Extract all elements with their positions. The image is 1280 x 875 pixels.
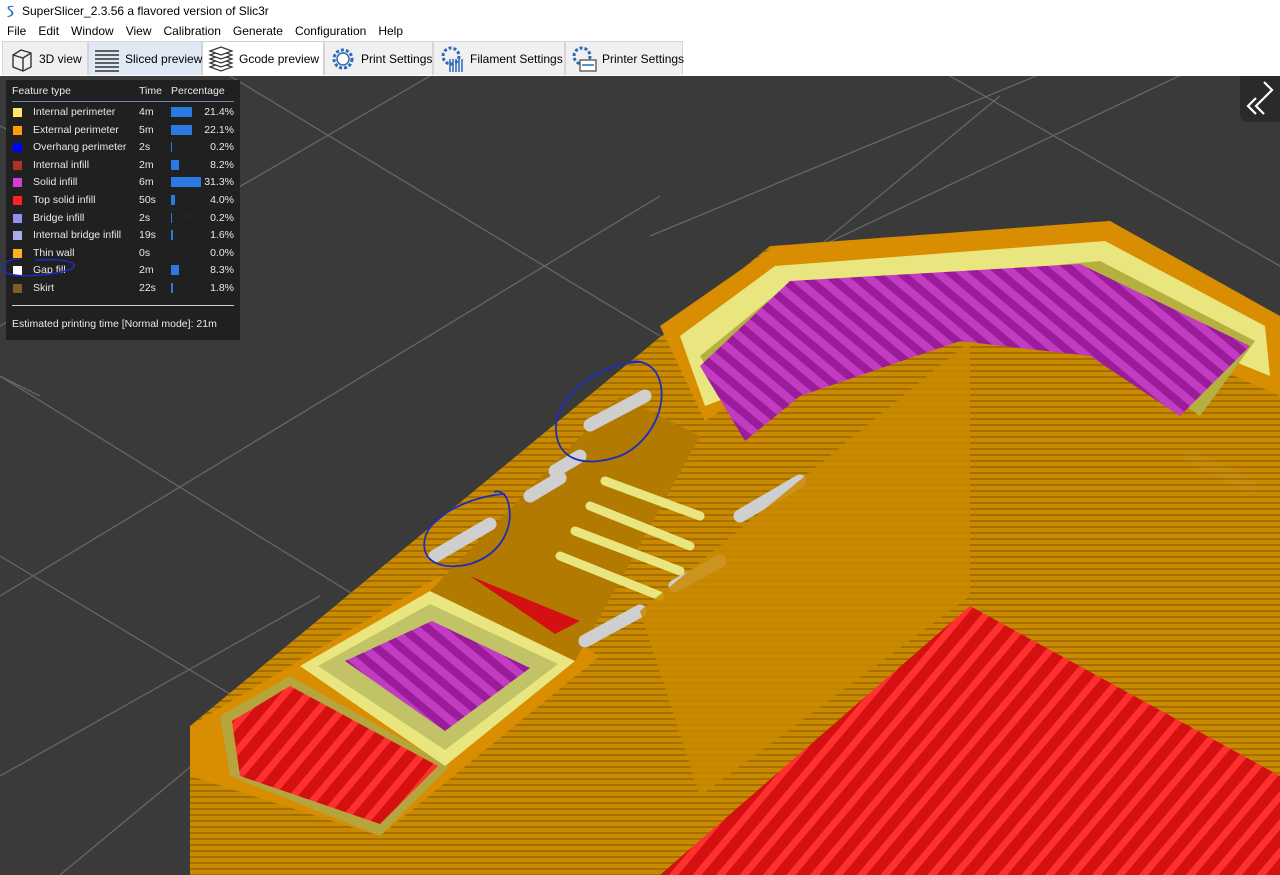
- tab-3d-view-label: 3D view: [39, 51, 82, 66]
- filament-gear-icon: [438, 45, 466, 73]
- legend-swatch: [12, 159, 23, 171]
- legend-percentage-bar: [171, 142, 172, 153]
- legend-header-percentage: Percentage: [171, 85, 225, 97]
- legend-swatch: [12, 177, 23, 189]
- tab-print-settings-label: Print Settings: [361, 51, 433, 66]
- legend-feature-name: External perimeter: [33, 123, 119, 136]
- legend-percentage-bar: [171, 107, 192, 117]
- legend-feature-percentage: 8.2%: [210, 158, 234, 171]
- menu-calibration[interactable]: Calibration: [158, 24, 227, 38]
- legend-feature-time: 2s: [139, 141, 151, 154]
- legend-header-feature: Feature type: [12, 85, 71, 97]
- legend-row: Internal perimeter 4m 21.4%: [12, 104, 236, 121]
- tab-gcode-preview-label: Gcode preview: [239, 51, 320, 66]
- legend-feature-percentage: 1.8%: [210, 282, 234, 294]
- legend-percentage-bar: [171, 265, 179, 276]
- tab-printer-settings[interactable]: Printer Settings: [565, 41, 685, 75]
- title-bar: SuperSlicer_2.3.56 a flavored version of…: [0, 0, 1280, 21]
- legend-feature-name: Solid infill: [33, 176, 78, 189]
- legend-feature-name: Overhang perimeter: [33, 141, 127, 154]
- legend-feature-name: Internal infill: [33, 158, 90, 171]
- legend-feature-time: 2m: [139, 158, 154, 171]
- legend-feature-time: 19s: [139, 229, 156, 242]
- tab-sliced-preview[interactable]: Sliced preview: [88, 41, 202, 75]
- tab-bar: 3D view Sliced preview Gcode preview Pri…: [0, 40, 1280, 77]
- legend-swatch: [12, 124, 23, 136]
- legend-feature-percentage: 22.1%: [204, 123, 234, 136]
- legend-percentage-bar: [171, 177, 201, 188]
- estimated-print-time: Estimated printing time [Normal mode]: 2…: [12, 318, 217, 330]
- legend-swatch: [12, 230, 23, 242]
- menu-edit[interactable]: Edit: [32, 24, 65, 38]
- window-title: SuperSlicer_2.3.56 a flavored version of…: [22, 3, 269, 18]
- cube-icon: [7, 45, 35, 73]
- legend-header: Feature type Time Percentage: [12, 85, 234, 102]
- legend-percentage-bar: [171, 230, 173, 241]
- legend-row: Internal infill 2m 8.2%: [12, 157, 236, 174]
- legend-feature-time: 50s: [139, 194, 156, 206]
- menu-generate[interactable]: Generate: [227, 24, 289, 38]
- legend-percentage-bar: [171, 195, 175, 205]
- legend-feature-time: 2s: [139, 211, 151, 224]
- menu-window[interactable]: Window: [65, 24, 120, 38]
- legend-feature-name: Bridge infill: [33, 211, 85, 224]
- tab-3d-view[interactable]: 3D view: [2, 41, 88, 75]
- legend-feature-name: Internal perimeter: [33, 106, 116, 118]
- feature-legend: Feature type Time Percentage Internal pe…: [6, 80, 240, 340]
- legend-percentage-bar: [171, 124, 192, 135]
- legend-row: Overhang perimeter 2s 0.2%: [12, 139, 236, 156]
- legend-feature-time: 4m: [139, 106, 154, 118]
- gap-fill-annotation: [2, 258, 75, 277]
- legend-percentage-bar: [171, 283, 173, 293]
- tab-printer-settings-label: Printer Settings: [602, 51, 685, 66]
- legend-feature-time: 0s: [139, 246, 151, 259]
- layers-icon: [93, 45, 121, 73]
- legend-percentage-bar: [171, 212, 172, 223]
- legend-feature-percentage: 31.3%: [204, 176, 234, 189]
- legend-feature-name: Top solid infill: [33, 194, 96, 206]
- legend-swatch: [12, 107, 23, 118]
- legend-feature-time: 22s: [139, 282, 156, 294]
- legend-feature-percentage: 0.0%: [210, 246, 234, 259]
- tab-sliced-preview-label: Sliced preview: [125, 51, 203, 66]
- tab-gcode-preview[interactable]: Gcode preview: [202, 41, 324, 75]
- tab-filament-settings-label: Filament Settings: [470, 51, 563, 66]
- legend-feature-percentage: 0.2%: [210, 141, 234, 154]
- printer-gear-icon: [570, 45, 598, 73]
- legend-feature-time: 5m: [139, 123, 154, 136]
- menu-configuration[interactable]: Configuration: [289, 24, 372, 38]
- legend-feature-percentage: 21.4%: [204, 106, 234, 118]
- menu-bar: File Edit Window View Calibration Genera…: [0, 21, 1280, 41]
- tab-print-settings[interactable]: Print Settings: [324, 41, 433, 75]
- menu-file[interactable]: File: [0, 24, 32, 38]
- legend-feature-percentage: 1.6%: [210, 229, 234, 242]
- legend-swatch: [12, 195, 23, 206]
- legend-percentage-bar: [171, 159, 179, 170]
- collapse-sidebar-button[interactable]: [1240, 76, 1280, 122]
- legend-row: Bridge infill 2s 0.2%: [12, 210, 236, 227]
- legend-swatch: [12, 142, 23, 154]
- legend-separator: [12, 305, 234, 306]
- menu-view[interactable]: View: [120, 24, 158, 38]
- superslicer-logo-icon: [7, 5, 14, 17]
- legend-feature-time: 6m: [139, 176, 154, 189]
- legend-header-time: Time: [139, 85, 162, 97]
- legend-feature-percentage: 0.2%: [210, 211, 234, 224]
- legend-feature-time: 2m: [139, 264, 154, 277]
- legend-feature-percentage: 4.0%: [210, 194, 234, 206]
- legend-feature-percentage: 8.3%: [210, 264, 234, 277]
- legend-row: Solid infill 6m 31.3%: [12, 174, 236, 191]
- legend-feature-name: Internal bridge infill: [33, 229, 122, 242]
- legend-row: Internal bridge infill 19s 1.6%: [12, 227, 236, 244]
- gcode-layers-icon: [207, 45, 235, 73]
- legend-swatch: [12, 212, 23, 224]
- menu-help[interactable]: Help: [372, 24, 409, 38]
- double-chevron-icon: [1246, 81, 1274, 115]
- gear-icon: [329, 45, 357, 73]
- tab-filament-settings[interactable]: Filament Settings: [433, 41, 565, 75]
- legend-row: Top solid infill 50s 4.0%: [12, 192, 236, 209]
- legend-row: External perimeter 5m 22.1%: [12, 122, 236, 139]
